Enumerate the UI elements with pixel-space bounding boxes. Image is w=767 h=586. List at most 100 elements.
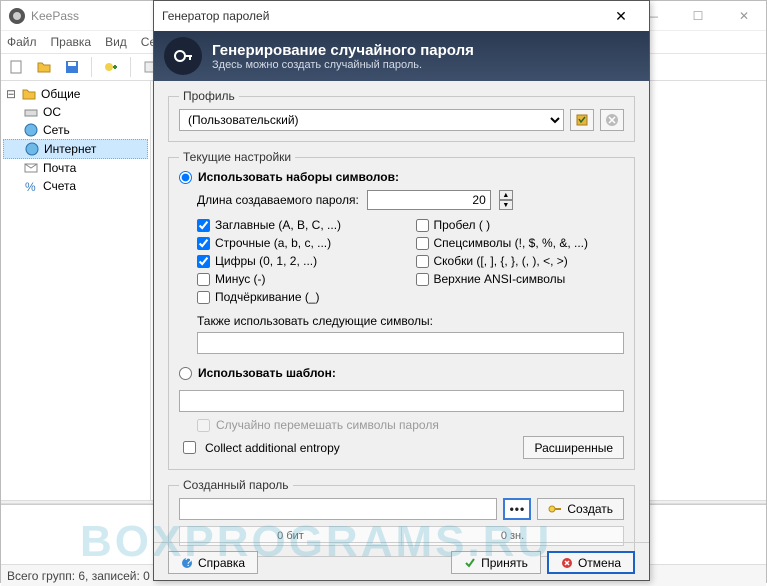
dialog-footer: ? Справка Принять Отмена: [154, 542, 649, 574]
dialog-header: Генерирование случайного пароля Здесь мо…: [154, 31, 649, 81]
tree-label: Интернет: [44, 142, 96, 156]
key-icon: [548, 504, 562, 514]
percent-icon: %: [23, 178, 39, 194]
length-input[interactable]: [367, 190, 491, 210]
check-special[interactable]: [416, 237, 429, 250]
dialog-header-title: Генерирование случайного пароля: [212, 42, 474, 59]
globe-icon: [24, 141, 40, 157]
shuffle-label: Случайно перемешать символы пароля: [216, 418, 439, 432]
check-lower[interactable]: [197, 237, 210, 250]
check-ansi-label: Верхние ANSI-символы: [434, 272, 566, 286]
settings-legend: Текущие настройки: [179, 150, 295, 164]
group-tree[interactable]: ⊟ Общие ОС Сеть Интернет: [1, 81, 151, 500]
app-title: KeePass: [31, 9, 79, 23]
tree-label: Сеть: [43, 123, 70, 137]
tree-item-internet[interactable]: Интернет: [3, 139, 148, 159]
check-digits[interactable]: [197, 255, 210, 268]
generate-button[interactable]: Создать: [537, 498, 624, 520]
pattern-input[interactable]: [179, 390, 624, 412]
toolbar-separator: [91, 57, 92, 77]
svg-text:?: ?: [185, 557, 192, 569]
generate-label: Создать: [567, 502, 613, 516]
check-under-label: Подчёркивание (_): [215, 290, 320, 304]
menu-edit[interactable]: Правка: [51, 35, 92, 49]
tree-label: Счета: [43, 179, 76, 193]
radio-pattern[interactable]: [179, 367, 192, 380]
length-spinner[interactable]: ▲ ▼: [499, 190, 513, 210]
dialog-close-button[interactable]: ✕: [601, 8, 641, 25]
collapse-icon[interactable]: ⊟: [5, 87, 17, 101]
open-folder-icon[interactable]: [33, 56, 55, 78]
check-upper[interactable]: [197, 219, 210, 232]
check-brackets-label: Скобки ([, ], {, }, (, ), <, >): [434, 254, 568, 268]
close-button[interactable]: ✕: [730, 9, 758, 23]
toolbar-separator: [130, 57, 131, 77]
generated-password-input[interactable]: [179, 498, 497, 520]
radio-pattern-label: Использовать шаблон:: [198, 366, 336, 380]
radio-charset[interactable]: [179, 171, 192, 184]
save-profile-button[interactable]: [570, 109, 594, 131]
check-entropy[interactable]: [183, 441, 196, 454]
check-minus[interactable]: [197, 273, 210, 286]
spinner-up-icon[interactable]: ▲: [499, 190, 513, 200]
check-ansi[interactable]: [416, 273, 429, 286]
settings-group: Текущие настройки Использовать наборы си…: [168, 150, 635, 470]
dialog-body: Профиль (Пользовательский) Текущие настр…: [154, 81, 649, 571]
menu-file[interactable]: Файл: [7, 35, 37, 49]
cancel-button[interactable]: Отмена: [547, 551, 635, 574]
new-file-icon[interactable]: [5, 56, 27, 78]
check-space[interactable]: [416, 219, 429, 232]
help-icon: ?: [181, 557, 193, 569]
check-minus-label: Минус (-): [215, 272, 266, 286]
dialog-title: Генератор паролей: [162, 9, 269, 23]
toggle-visibility-button[interactable]: •••: [503, 498, 531, 520]
mail-icon: [23, 160, 39, 176]
check-brackets[interactable]: [416, 255, 429, 268]
check-icon: [464, 557, 476, 569]
entropy-label: Collect additional entropy: [205, 441, 340, 455]
accept-label: Принять: [481, 556, 528, 570]
maximize-button[interactable]: ☐: [684, 9, 712, 23]
profile-group: Профиль (Пользовательский): [168, 89, 635, 142]
also-use-label: Также использовать следующие символы:: [197, 314, 624, 328]
accept-button[interactable]: Принять: [451, 551, 541, 574]
dialog-header-subtitle: Здесь можно создать случайный пароль.: [212, 59, 474, 71]
app-icon: [9, 8, 25, 24]
window-controls: — ☐ ✕: [638, 9, 758, 23]
advanced-button[interactable]: Расширенные: [523, 436, 624, 459]
add-entry-icon[interactable]: [100, 56, 122, 78]
spinner-down-icon[interactable]: ▼: [499, 200, 513, 210]
key-icon: [164, 37, 202, 75]
check-special-label: Спецсимволы (!, $, %, &, ...): [434, 236, 589, 250]
status-text: Всего групп: 6, записей: 0: [7, 569, 150, 583]
generated-legend: Созданный пароль: [179, 478, 293, 492]
tree-label: ОС: [43, 105, 61, 119]
check-underscore[interactable]: [197, 291, 210, 304]
tree-item-mail[interactable]: Почта: [3, 159, 148, 177]
svg-text:%: %: [25, 180, 36, 193]
save-icon[interactable]: [61, 56, 83, 78]
radio-charset-label: Использовать наборы символов:: [198, 170, 399, 184]
cancel-icon: [561, 557, 573, 569]
help-button[interactable]: ? Справка: [168, 551, 258, 574]
password-generator-dialog: Генератор паролей ✕ Генерирование случай…: [153, 0, 650, 581]
globe-icon: [23, 122, 39, 138]
tree-item-network[interactable]: Сеть: [3, 121, 148, 139]
tree-root-label: Общие: [41, 87, 80, 101]
help-label: Справка: [198, 556, 245, 570]
delete-profile-button[interactable]: [600, 109, 624, 131]
dialog-titlebar[interactable]: Генератор паролей ✕: [154, 1, 649, 31]
check-shuffle: [197, 419, 210, 432]
cancel-label: Отмена: [578, 556, 621, 570]
check-upper-label: Заглавные (A, B, C, ...): [215, 218, 341, 232]
tree-label: Почта: [43, 161, 76, 175]
drive-icon: [23, 104, 39, 120]
menu-view[interactable]: Вид: [105, 35, 127, 49]
tree-item-accounts[interactable]: % Счета: [3, 177, 148, 195]
check-digits-label: Цифры (0, 1, 2, ...): [215, 254, 317, 268]
also-use-input[interactable]: [197, 332, 624, 354]
tree-root[interactable]: ⊟ Общие: [3, 85, 148, 103]
check-space-label: Пробел ( ): [434, 218, 491, 232]
profile-select[interactable]: (Пользовательский): [179, 109, 564, 131]
tree-item-os[interactable]: ОС: [3, 103, 148, 121]
